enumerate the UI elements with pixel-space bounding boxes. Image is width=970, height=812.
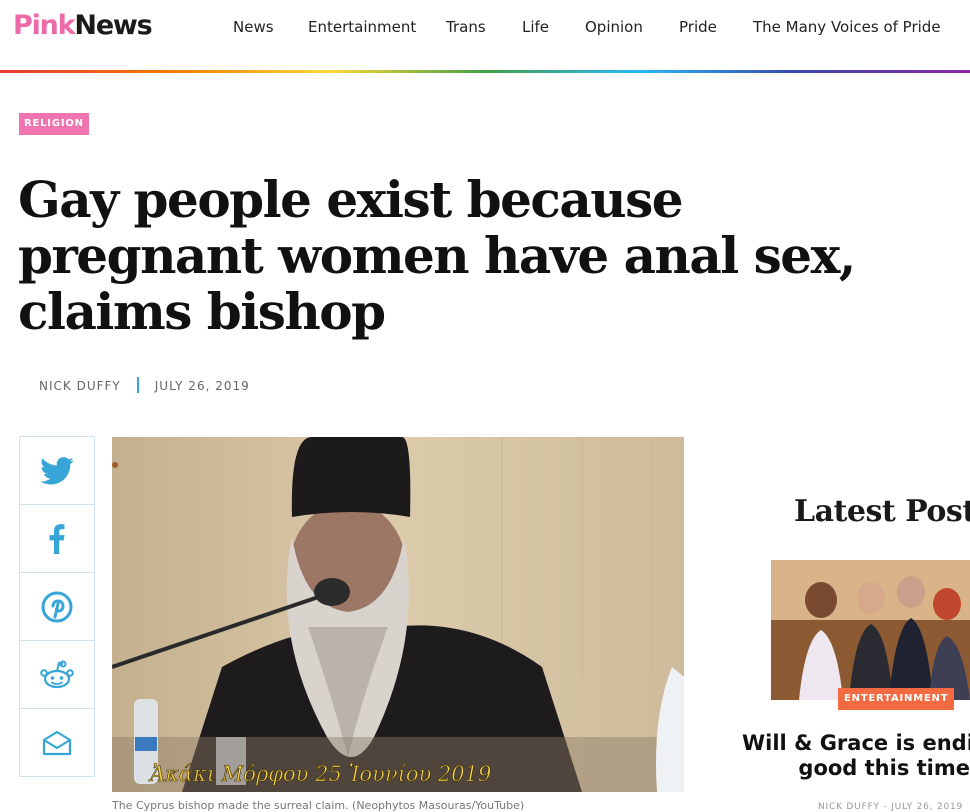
nav-opinion[interactable]: Opinion — [585, 18, 643, 36]
pinterest-icon — [41, 591, 73, 622]
share-pinterest-button[interactable] — [20, 573, 94, 641]
headline-line-2: pregnant women have anal sex, — [18, 226, 856, 285]
facebook-icon — [49, 523, 65, 554]
author-name[interactable]: NICK DUFFY — [39, 379, 121, 393]
logo-news: News — [74, 10, 152, 41]
reddit-icon — [40, 660, 74, 688]
twitter-icon — [40, 456, 74, 484]
nav-pride[interactable]: Pride — [679, 18, 717, 36]
share-bar — [19, 436, 95, 777]
headline-line-3: claims bishop — [18, 282, 386, 341]
cast-photo — [771, 560, 970, 700]
pinknews-logo[interactable]: PinkNews — [13, 10, 153, 41]
category-badge[interactable]: RELIGION — [19, 113, 89, 135]
publish-date: JULY 26, 2019 — [154, 379, 250, 393]
nav-news[interactable]: News — [233, 18, 274, 36]
nav-entertainment[interactable]: Entertainment — [308, 18, 416, 36]
nav-many-voices-of-pride[interactable]: The Many Voices of Pride — [753, 18, 941, 36]
email-icon — [42, 730, 72, 755]
site-header: PinkNews News Entertainment Trans Life O… — [0, 0, 970, 70]
latest-post-title-line-1: Will & Grace is endi — [742, 731, 970, 755]
nav-life[interactable]: Life — [522, 18, 549, 36]
logo-pink: Pink — [13, 10, 76, 41]
article-byline: NICK DUFFY JULY 26, 2019 — [39, 377, 250, 393]
latest-post-title-line-2: good this time — [798, 756, 970, 780]
article-hero-image: Ἀκάκι Μόρφου 25 Ἰουνίου 2019 — [112, 437, 684, 792]
share-reddit-button[interactable] — [20, 641, 94, 709]
article-headline: Gay people exist because pregnant women … — [18, 172, 970, 340]
latest-posts-heading: Latest Post — [794, 494, 970, 529]
nav-trans[interactable]: Trans — [446, 18, 486, 36]
bishop-video-still: Ἀκάκι Μόρφου 25 Ἰουνίου 2019 — [112, 437, 684, 792]
video-overlay-caption: Ἀκάκι Μόρφου 25 Ἰουνίου 2019 — [148, 762, 491, 786]
entertainment-badge[interactable]: ENTERTAINMENT — [838, 688, 955, 710]
rainbow-divider — [0, 70, 970, 73]
share-email-button[interactable] — [20, 709, 94, 776]
latest-post-title[interactable]: Will & Grace is endi good this time — [742, 731, 970, 781]
share-twitter-button[interactable] — [20, 437, 94, 505]
byline-separator — [136, 377, 139, 393]
image-caption: The Cyprus bishop made the surreal claim… — [112, 799, 525, 812]
headline-line-1: Gay people exist because — [18, 170, 684, 229]
latest-post-thumbnail[interactable] — [771, 560, 970, 700]
share-facebook-button[interactable] — [20, 505, 94, 573]
